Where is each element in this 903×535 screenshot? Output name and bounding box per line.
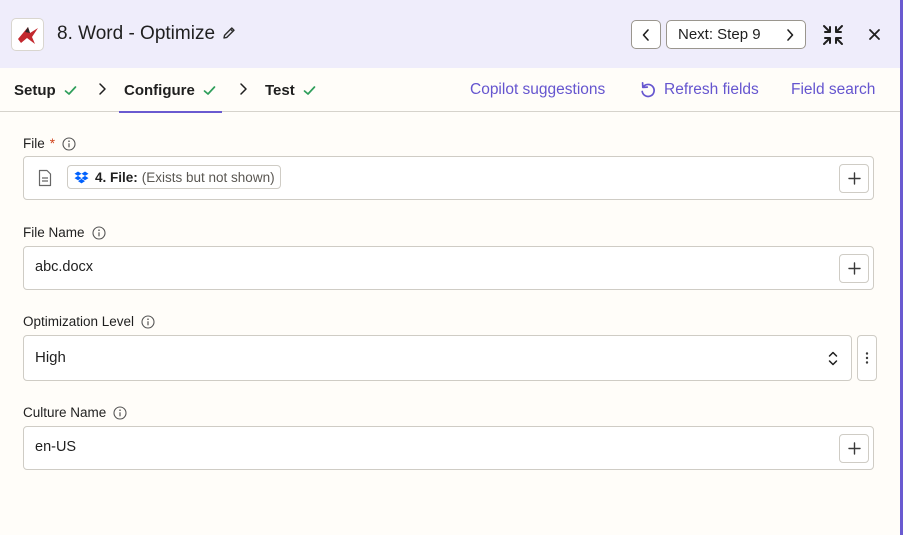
culture-name-label: Culture Name [23,405,127,420]
tab-label: Test [265,81,295,99]
previous-step-button[interactable] [631,20,661,49]
tab-label: Setup [14,81,56,99]
culture-name-value: en-US [35,439,77,455]
step-header: 8. Word - Optimize Next: Step 9 [0,0,900,68]
app-logo-icon [11,18,44,51]
info-icon[interactable] [91,225,106,240]
info-icon[interactable] [113,405,127,420]
insert-data-button[interactable] [839,164,869,193]
plus-icon [847,442,861,455]
next-step-label: Next: Step 9 [678,26,761,43]
plus-icon [847,262,861,275]
check-icon [303,85,316,95]
chevron-right-icon [787,29,794,41]
field-label-text: Optimization Level [23,314,135,329]
close-icon[interactable] [867,27,882,42]
field-label-text: File [23,136,45,151]
optimization-level-label: Optimization Level [23,314,155,329]
refresh-fields-button[interactable]: Refresh fields [639,68,759,112]
more-options-button[interactable] [857,335,877,381]
field-label-text: Culture Name [23,405,107,420]
copilot-suggestions-link[interactable]: Copilot suggestions [470,68,605,112]
refresh-fields-label: Refresh fields [664,81,759,98]
file-reference-pill[interactable]: 4. File: (Exists but not shown) [67,165,281,189]
info-icon[interactable] [141,314,155,329]
pill-note: (Exists but not shown) [141,169,275,185]
required-marker: * [49,136,56,151]
document-icon [38,169,52,187]
kebab-icon [865,352,869,364]
collapse-icon[interactable] [821,23,845,47]
check-icon [64,85,77,95]
refresh-icon [641,81,655,98]
field-label-text: File Name [23,225,85,240]
insert-data-button[interactable] [839,434,869,463]
file-label: File * [23,136,76,151]
step-title: 8. Word - Optimize [57,23,216,44]
optimization-level-select[interactable]: High [23,335,852,381]
chevron-right-icon [240,83,247,95]
tab-configure[interactable]: Configure [119,68,222,113]
file-name-input[interactable]: abc.docx [23,246,874,290]
tab-label: Configure [124,81,195,99]
pill-step-label: 4. File: [95,169,138,185]
file-input[interactable]: 4. File: (Exists but not shown) [23,156,874,200]
chevron-left-icon [642,28,649,41]
file-name-value: abc.docx [35,259,94,275]
field-search-link[interactable]: Field search [791,68,875,112]
tab-test[interactable]: Test [265,68,316,112]
tab-setup[interactable]: Setup [14,68,77,112]
insert-data-button[interactable] [839,254,869,283]
culture-name-input[interactable]: en-US [23,426,874,470]
pencil-icon[interactable] [221,25,237,41]
chevron-right-icon [99,83,106,95]
step-tabs: Setup Configure Test Copilot suggestions… [0,68,900,113]
next-step-button[interactable]: Next: Step 9 [666,20,806,49]
optimization-level-value: High [35,349,66,366]
file-name-label: File Name [23,225,106,240]
select-arrows-icon [828,351,838,366]
check-icon [203,85,216,95]
dropbox-icon [74,171,89,183]
plus-icon [847,172,861,185]
info-icon[interactable] [62,136,76,151]
